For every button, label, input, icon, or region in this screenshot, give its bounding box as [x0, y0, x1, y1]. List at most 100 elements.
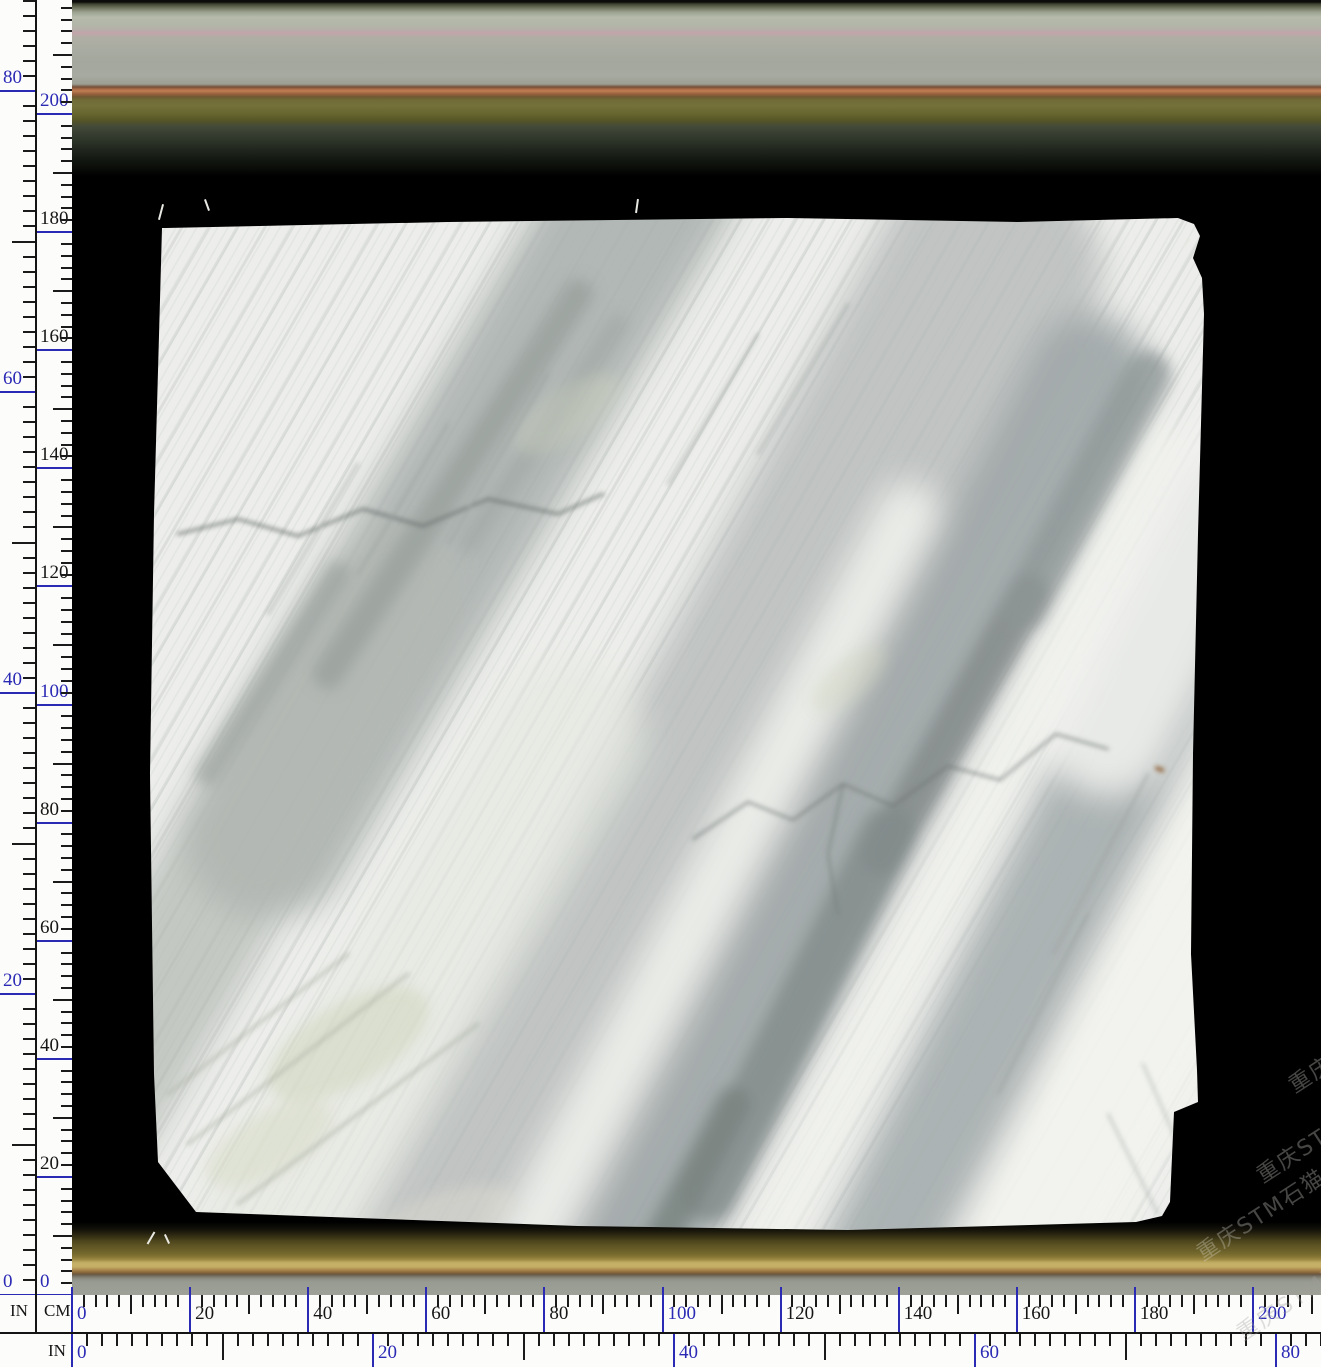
ruler-tick	[61, 101, 72, 103]
ruler-tick	[161, 1334, 163, 1346]
ruler-tick	[1290, 1334, 1292, 1346]
bottom-scanner-color-bands	[72, 1222, 1321, 1295]
ruler-tick	[191, 1334, 193, 1346]
ruler-tick	[598, 1334, 600, 1346]
ruler-20unit-line	[71, 1334, 73, 1367]
ruler-tick	[992, 1295, 994, 1307]
ruler-tick	[61, 668, 72, 670]
ruler-tick	[61, 1011, 72, 1013]
ruler-tick	[61, 361, 72, 363]
ruler-tick	[61, 1105, 72, 1107]
ruler-label: 40	[3, 670, 22, 690]
ruler-tick	[733, 1334, 735, 1346]
ruler-label: 100	[668, 1304, 697, 1324]
ruler-tick	[1146, 1295, 1148, 1307]
ruler-tick	[53, 999, 72, 1001]
ruler-tick	[507, 1334, 509, 1346]
ruler-tick	[523, 1334, 525, 1360]
inch-ruler-track: 020406080	[72, 1334, 1321, 1367]
ruler-tick	[61, 928, 72, 930]
ruler-tick	[61, 833, 72, 835]
ruler-tick	[1064, 1334, 1066, 1346]
corner-inch-row-label: IN	[48, 1341, 66, 1361]
ruler-tick	[61, 1034, 72, 1036]
ruler-tick	[12, 843, 36, 845]
ruler-tick	[53, 1235, 72, 1237]
ruler-label: 0	[77, 1304, 87, 1324]
ruler-tick	[53, 172, 72, 174]
ruler-tick	[1028, 1295, 1030, 1307]
ruler-tick	[61, 19, 72, 21]
ruler-20unit-line	[372, 1334, 374, 1367]
ruler-tick	[567, 1295, 569, 1307]
ruler-tick	[1004, 1295, 1006, 1307]
ruler-tick	[61, 1200, 72, 1202]
ruler-tick	[116, 1334, 118, 1346]
ruler-tick	[312, 1334, 314, 1346]
ruler-tick	[1109, 1334, 1111, 1346]
ruler-tick	[106, 1295, 108, 1307]
watermark-text: 重庆STM石猫	[1249, 1082, 1321, 1190]
slab-scan-viewport: 020406080 020406080100120140160180200 IN…	[0, 0, 1321, 1367]
ruler-tick	[944, 1334, 946, 1346]
ruler-tick	[61, 30, 72, 32]
ruler-tick	[61, 621, 72, 623]
ruler-20unit-line	[543, 1287, 545, 1332]
ruler-tick	[297, 1334, 299, 1346]
ruler-tick	[366, 1295, 368, 1314]
ruler-tick	[763, 1334, 765, 1346]
ruler-tick	[61, 1022, 72, 1024]
ruler-tick	[1004, 1334, 1006, 1346]
ruler-tick	[61, 1046, 72, 1048]
ruler-20unit-line	[36, 940, 72, 942]
corner-cm-unit-label: CM	[44, 1301, 70, 1321]
ruler-label: 60	[40, 918, 59, 938]
ruler-tick	[390, 1295, 392, 1307]
ruler-tick	[959, 1334, 961, 1346]
ruler-tick	[827, 1295, 829, 1307]
ruler-tick	[282, 1334, 284, 1346]
ruler-tick	[957, 1295, 959, 1314]
cm-ruler-track: 020406080100120140160180200	[72, 1295, 1321, 1332]
ruler-label: 180	[1140, 1304, 1169, 1324]
ruler-tick	[177, 1295, 179, 1307]
ruler-20unit-line	[673, 1334, 675, 1367]
ruler-20unit-line	[425, 1287, 427, 1332]
ruler-tick	[354, 1295, 356, 1307]
ruler-tick	[1098, 1295, 1100, 1307]
ruler-tick	[553, 1334, 555, 1346]
ruler-tick	[61, 774, 72, 776]
ruler-20unit-line	[189, 1287, 191, 1332]
ruler-tick	[61, 1081, 72, 1083]
ruler-tick	[61, 207, 72, 209]
ruler-tick	[61, 184, 72, 186]
ruler-tick	[1063, 1295, 1065, 1307]
ruler-20unit-line	[71, 1287, 73, 1332]
ruler-label: 20	[378, 1343, 397, 1363]
ruler-tick	[461, 1295, 463, 1307]
ruler-tick	[945, 1295, 947, 1307]
ruler-tick	[688, 1334, 690, 1346]
ruler-tick	[532, 1295, 534, 1307]
ruler-tick	[61, 479, 72, 481]
ruler-tick	[768, 1295, 770, 1307]
bottom-ruler-inches: IN 020406080	[0, 1332, 1321, 1367]
marble-slab-image	[148, 214, 1205, 1230]
ruler-tick	[61, 66, 72, 68]
ruler-tick	[591, 1295, 593, 1307]
ruler-tick	[61, 904, 72, 906]
ruler-tick	[327, 1334, 329, 1346]
ruler-tick	[61, 597, 72, 599]
ruler-tick	[267, 1334, 269, 1346]
ruler-tick	[874, 1295, 876, 1307]
ruler-tick	[61, 196, 72, 198]
ruler-tick	[61, 680, 72, 682]
ruler-20unit-line	[1252, 1287, 1254, 1332]
ruler-tick	[61, 1070, 72, 1072]
ruler-tick	[748, 1334, 750, 1346]
ruler-label: 140	[904, 1304, 933, 1324]
ruler-20unit-line	[36, 585, 72, 587]
ruler-tick	[850, 1295, 852, 1307]
ruler-tick	[61, 1282, 72, 1284]
ruler-tick	[86, 1334, 88, 1346]
